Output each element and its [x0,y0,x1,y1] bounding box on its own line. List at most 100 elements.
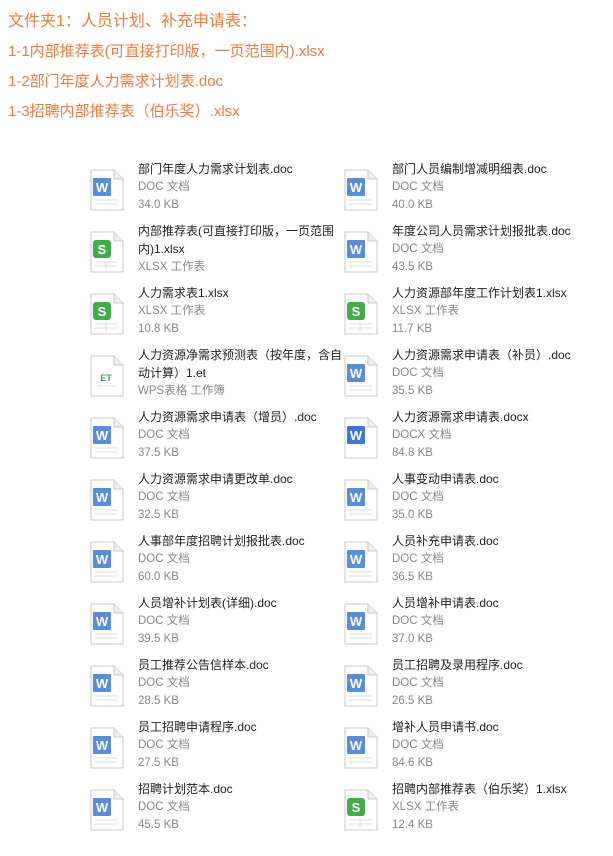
file-item[interactable]: W 部门人员编制增减明细表.doc DOC 文档 40.0 KB [344,160,590,222]
file-size: 84.6 KB [392,757,433,769]
file-type: DOC 文档 [138,615,190,627]
word-doc-icon: W [90,789,124,831]
wps-et-icon: ET [90,355,124,397]
file-size: 34.0 KB [138,199,179,211]
file-meta: 人力资源需求申请表（补员）.doc DOC 文档 35.5 KB [392,346,590,400]
file-size: 28.5 KB [138,695,179,707]
file-size: 84.8 KB [392,447,433,459]
file-name: 部门人员编制增减明细表.doc [392,162,547,176]
file-item[interactable]: W 增补人员申请书.doc DOC 文档 84.6 KB [344,718,590,780]
file-name: 人员补充申请表.doc [392,534,499,548]
file-size: 10.8 KB [138,323,179,335]
file-size: 11.7 KB [392,323,433,335]
file-item[interactable]: W 员工推荐公告信样本.doc DOC 文档 28.5 KB [90,656,344,718]
file-meta: 人员增补计划表(详细).doc DOC 文档 39.5 KB [138,594,344,648]
file-item[interactable]: W 招聘计划范本.doc DOC 文档 45.5 KB [90,780,344,842]
file-item[interactable]: W 人员增补申请表.doc DOC 文档 37.0 KB [344,594,590,656]
file-item[interactable]: S 内部推荐表(可直接打印版，一页范围内)1.xlsx XLSX 工作表 [90,222,344,284]
file-meta: 招聘内部推荐表（伯乐奖）1.xlsx XLSX 工作表 12.4 KB [392,780,590,834]
file-meta: 内部推荐表(可直接打印版，一页范围内)1.xlsx XLSX 工作表 [138,222,344,276]
svg-text:W: W [350,490,363,505]
file-size: 45.5 KB [138,819,179,831]
file-type: XLSX 工作表 [138,261,206,273]
file-type: DOC 文档 [392,491,444,503]
file-size: 27.5 KB [138,757,179,769]
file-name: 人力资源需求申请更改单.doc [138,472,293,486]
file-size: 60.0 KB [138,571,179,583]
file-name: 人员增补计划表(详细).doc [138,596,277,610]
svg-text:W: W [96,614,109,629]
file-name: 内部推荐表(可直接打印版，一页范围内)1.xlsx [138,224,334,256]
folder-line-3: 1-3招聘内部推荐表（伯乐奖）.xlsx [8,103,240,120]
file-meta: 人力需求表1.xlsx XLSX 工作表 10.8 KB [138,284,344,338]
svg-text:W: W [96,552,109,567]
file-item[interactable]: S 人力需求表1.xlsx XLSX 工作表 10.8 KB [90,284,344,346]
file-type: DOC 文档 [392,553,444,565]
file-type: DOC 文档 [392,243,444,255]
file-name: 部门年度人力需求计划表.doc [138,162,293,176]
file-size: 35.0 KB [392,509,433,521]
file-meta: 员工招聘申请程序.doc DOC 文档 27.5 KB [138,718,344,772]
file-name: 人员增补申请表.doc [392,596,499,610]
file-type: DOC 文档 [392,181,444,193]
word-doc-icon: W [90,665,124,707]
file-name: 人力资源净需求预测表（按年度，含自动计算）1.et [138,348,343,380]
svg-text:W: W [350,614,363,629]
file-item[interactable]: S 招聘内部推荐表（伯乐奖）1.xlsx XLSX 工作表 12.4 KB [344,780,590,842]
file-item[interactable]: W 员工招聘申请程序.doc DOC 文档 27.5 KB [90,718,344,780]
svg-text:W: W [96,428,109,443]
file-name: 员工招聘申请程序.doc [138,720,257,734]
file-item[interactable]: W 人事变动申请表.doc DOC 文档 35.0 KB [344,470,590,532]
svg-text:W: W [96,800,109,815]
svg-text:S: S [98,242,107,257]
file-meta: 部门年度人力需求计划表.doc DOC 文档 34.0 KB [138,160,344,214]
file-meta: 人力资源需求申请更改单.doc DOC 文档 32.5 KB [138,470,344,524]
file-type: DOC 文档 [138,801,190,813]
file-type: XLSX 工作表 [392,305,460,317]
file-name: 员工推荐公告信样本.doc [138,658,269,672]
file-meta: 员工推荐公告信样本.doc DOC 文档 28.5 KB [138,656,344,710]
file-type: XLSX 工作表 [392,801,460,813]
file-item[interactable]: W 人员补充申请表.doc DOC 文档 36.5 KB [344,532,590,594]
svg-text:ET: ET [100,373,112,383]
file-item[interactable]: ET 人力资源净需求预测表（按年度，含自动计算）1.et WPS表格 工作簿 [90,346,344,408]
svg-text:W: W [96,676,109,691]
file-type: DOC 文档 [138,491,190,503]
file-type: DOC 文档 [138,739,190,751]
file-size: 40.0 KB [392,199,433,211]
file-type: DOC 文档 [138,553,190,565]
file-type: DOC 文档 [138,429,190,441]
file-item[interactable]: W 人力资源需求申请表（增员）.doc DOC 文档 37.5 KB [90,408,344,470]
file-size: 37.5 KB [138,447,179,459]
word-doc-icon: W [90,479,124,521]
file-type: DOC 文档 [392,739,444,751]
word-doc-icon: W [90,727,124,769]
file-meta: 招聘计划范本.doc DOC 文档 45.5 KB [138,780,344,834]
file-type: WPS表格 工作簿 [138,385,225,397]
svg-text:W: W [350,242,363,257]
file-size: 43.5 KB [392,261,433,273]
file-size: 36.5 KB [392,571,433,583]
excel-xlsx-icon: S [90,231,124,273]
folder-title: 文件夹1：人员计划、补充申请表： [8,13,257,30]
file-meta: 人力资源需求申请表.docx DOCX 文档 84.8 KB [392,408,590,462]
file-item[interactable]: W 人力资源需求申请表（补员）.doc DOC 文档 35.5 KB [344,346,590,408]
word-doc-icon: W [90,417,124,459]
file-name: 人事部年度招聘计划报批表.doc [138,534,305,548]
file-item[interactable]: W 人员增补计划表(详细).doc DOC 文档 39.5 KB [90,594,344,656]
file-item[interactable]: W 人事部年度招聘计划报批表.doc DOC 文档 60.0 KB [90,532,344,594]
file-item[interactable]: W 人力资源需求申请表.docx DOCX 文档 84.8 KB [344,408,590,470]
file-name: 人力资源部年度工作计划表1.xlsx [392,286,567,300]
file-item[interactable]: W 人力资源需求申请更改单.doc DOC 文档 32.5 KB [90,470,344,532]
file-grid: W 部门年度人力需求计划表.doc DOC 文档 34.0 KB W 部门人员编制增减明细… [90,160,590,842]
file-item[interactable]: W 员工招聘及录用程序.doc DOC 文档 26.5 KB [344,656,590,718]
file-item[interactable]: S 人力资源部年度工作计划表1.xlsx XLSX 工作表 11.7 KB [344,284,590,346]
file-item[interactable]: W 部门年度人力需求计划表.doc DOC 文档 34.0 KB [90,160,344,222]
folder-line-2: 1-2部门年度人力需求计划表.doc [8,73,224,90]
file-meta: 人事变动申请表.doc DOC 文档 35.0 KB [392,470,590,524]
file-type: DOCX 文档 [392,429,452,441]
file-size: 26.5 KB [392,695,433,707]
file-meta: 人力资源需求申请表（增员）.doc DOC 文档 37.5 KB [138,408,344,462]
file-item[interactable]: W 年度公司人员需求计划报批表.doc DOC 文档 43.5 KB [344,222,590,284]
file-type: DOC 文档 [392,677,444,689]
